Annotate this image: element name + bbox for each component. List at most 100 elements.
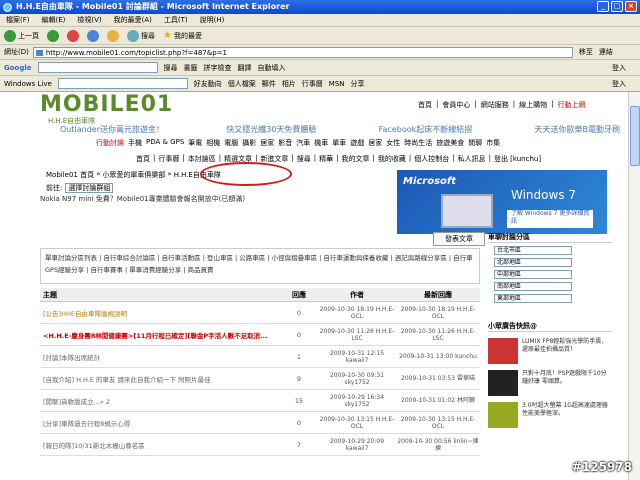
topic-link[interactable]: <H.H.E-慶身團8林閒健康團>[11月行程已確定][聯金P字活人數不足取消.… — [40, 330, 280, 340]
refresh-button[interactable] — [87, 29, 99, 42]
address-input[interactable]: http://www.mobile01.com/topiclist.php?f=… — [32, 46, 573, 58]
forum-list[interactable]: 單車討論分區列表 | 自行車綜合討論區 | 自行車活動區 | 登山車區 | 公路… — [40, 248, 480, 284]
author-cell[interactable]: 2009-10-29 16:34 sky1752 — [318, 394, 396, 408]
last-reply-cell[interactable]: 2009-10-31 13:00 kunchu — [396, 353, 480, 360]
topic-link[interactable]: [報日的隊]10/31新北木栅山尊名區 — [40, 440, 280, 450]
notice-link[interactable]: Nokia N97 mini 免費？Mobile01專業體驗會報名開放中(已額滿… — [40, 194, 245, 204]
toplink-shop[interactable]: 線上購物 — [519, 100, 547, 110]
google-spellcheck-button[interactable]: 拼字檢查 — [204, 63, 232, 73]
region-select[interactable]: 南部地區 — [494, 282, 572, 291]
forum-nav-link[interactable]: 首頁 — [136, 154, 150, 164]
product-ad[interactable]: 3.0吋超大螢幕 1G超高速處理器 性能美學極深。 — [488, 402, 612, 428]
forum-nav-link[interactable]: 個人控制台 — [414, 154, 449, 164]
region-select[interactable]: 中部地區 — [494, 270, 572, 279]
close-button[interactable]: × — [625, 1, 637, 12]
forum-nav-link[interactable]: 精華 — [319, 154, 333, 164]
author-cell[interactable]: 2009-10-30 09:31 sky1752 — [318, 372, 396, 386]
region-select[interactable]: 台北市區 — [494, 246, 572, 255]
toplink-mobile[interactable]: 行動上網 — [557, 100, 585, 110]
forum-nav-link[interactable]: 我的文章 — [342, 154, 370, 164]
menu-tools[interactable]: 工具(T) — [164, 14, 188, 26]
google-translate-button[interactable]: 翻譯 — [238, 63, 252, 73]
region-select[interactable]: 北部地區 — [494, 258, 572, 267]
category-link[interactable]: 相機 — [206, 138, 220, 148]
live-item-msn[interactable]: MSN — [329, 80, 345, 88]
live-search-input[interactable] — [57, 78, 188, 89]
back-button[interactable]: 上一頁 — [4, 29, 39, 42]
google-search-input[interactable] — [37, 62, 158, 73]
promo-link[interactable]: 快又穩光纖30天免費體驗 — [226, 124, 316, 135]
forum-nav-link[interactable]: 私人訊息 — [458, 154, 486, 164]
last-reply-cell[interactable]: 2009-10-30 11:26 H.H.E-LSC — [396, 328, 480, 342]
category-link[interactable]: 手機 — [128, 138, 142, 148]
last-reply-cell[interactable]: 2009-10-30 13:15 H.H.E-OCL — [396, 416, 480, 430]
toplink-member[interactable]: 會員中心 — [442, 100, 470, 110]
product-ad[interactable]: 只對十月底！PSP遊戲限千10分鐘好康 零頭算。 — [488, 370, 612, 396]
last-reply-cell[interactable]: 2009-10-31 01:02 林阿鞭 — [396, 397, 480, 404]
product-text[interactable]: 只對十月底！PSP遊戲限千10分鐘好康 零頭算。 — [522, 370, 612, 396]
google-bookmarks-button[interactable]: 書籤 — [184, 63, 198, 73]
menu-favorites[interactable]: 我的最愛(A) — [114, 14, 152, 26]
forum-select[interactable]: 選擇討論群組 — [65, 183, 114, 193]
links-button[interactable]: 連結 — [599, 47, 613, 57]
author-cell[interactable]: 2009-10-30 11:26 H.H.E-LSC — [318, 328, 396, 342]
last-reply-cell[interactable]: 2009-10-31 03:53 雲華喵 — [396, 375, 480, 382]
category-link[interactable]: 居家 — [368, 138, 382, 148]
home-button[interactable] — [107, 29, 119, 42]
category-link[interactable]: 市集 — [486, 138, 500, 148]
menu-view[interactable]: 檢視(V) — [77, 14, 101, 26]
google-login-button[interactable]: 登入 — [612, 63, 626, 73]
live-item-mail[interactable]: 郵件 — [262, 79, 276, 89]
category-link[interactable]: 影音 — [278, 138, 292, 148]
maximize-button[interactable]: □ — [611, 1, 623, 12]
author-cell[interactable]: 2009-10-30 13:15 H.H.E-OCL — [318, 416, 396, 430]
promo-link[interactable]: Outlander送你萬元旅遊金！ — [60, 124, 164, 135]
category-link[interactable]: 行動討論 — [96, 138, 124, 148]
menu-help[interactable]: 說明(H) — [200, 14, 225, 26]
forum-nav-link[interactable]: 行事曆 — [158, 154, 179, 164]
region-select[interactable]: 東部地區 — [494, 294, 572, 303]
category-link[interactable]: PDA & GPS — [146, 138, 184, 148]
author-cell[interactable]: 2009-10-29 20:09 kawaii7 — [318, 438, 396, 452]
category-link[interactable]: 汽車 — [296, 138, 310, 148]
live-login-button[interactable]: 登入 — [612, 79, 626, 89]
topic-link[interactable]: [閒聊]貨軟版成立...» 2 — [40, 396, 280, 406]
live-item-share[interactable]: 分享 — [351, 79, 365, 89]
promo-link[interactable]: Facebook起床不斷線結摺 — [379, 124, 473, 135]
category-link[interactable]: 攝影 — [242, 138, 256, 148]
promo-link[interactable]: 天天送你歐樂B電動牙刷 — [534, 124, 620, 135]
product-text[interactable]: 3.0吋超大螢幕 1G超高速處理器 性能美學極深。 — [522, 402, 612, 428]
category-link[interactable]: 居家 — [260, 138, 274, 148]
category-link[interactable]: 電腦 — [224, 138, 238, 148]
toplink-services[interactable]: 網站服務 — [481, 100, 509, 110]
forum-nav-link[interactable]: 搜尋 — [297, 154, 311, 164]
search-button[interactable]: 搜尋 — [127, 29, 155, 42]
scrollbar-thumb[interactable] — [630, 106, 640, 166]
last-reply-cell[interactable]: 2009-10-30 00:56 linlin~揀揀 — [396, 438, 480, 452]
google-search-button[interactable]: 搜尋 — [164, 63, 178, 73]
live-item-calendar[interactable]: 行事曆 — [302, 79, 323, 89]
ad-cta[interactable]: 了解 Windows 7 更多詳細資訊 — [507, 210, 593, 228]
category-link[interactable]: 機車 — [314, 138, 328, 148]
forward-button[interactable] — [47, 29, 59, 42]
category-link[interactable]: 時尚生活 — [404, 138, 432, 148]
favorites-button[interactable]: ★ 我的最愛 — [163, 30, 202, 41]
vertical-scrollbar[interactable] — [628, 92, 640, 480]
minimize-button[interactable]: _ — [597, 1, 609, 12]
toplink-home[interactable]: 首頁 — [418, 100, 432, 110]
category-link[interactable]: 單車 — [332, 138, 346, 148]
live-item-profile[interactable]: 個人檔案 — [228, 79, 256, 89]
post-button[interactable]: 發表文章 — [433, 232, 485, 246]
topic-link[interactable]: [公告]HHE自由車隊版規說明 — [40, 308, 280, 318]
forum-nav-link[interactable]: 登出 [kunchu] — [494, 154, 541, 164]
menu-file[interactable]: 檔案(F) — [6, 14, 30, 26]
forum-nav-link[interactable]: 我的收藏 — [378, 154, 406, 164]
breadcrumb-link[interactable]: Mobile01 首頁 — [46, 170, 94, 180]
category-link[interactable]: 旅遊美食 — [436, 138, 464, 148]
topic-link[interactable]: [分享]車隊過去行程8規示心得 — [40, 418, 280, 428]
live-item-friends[interactable]: 好友動向 — [194, 79, 222, 89]
last-reply-cell[interactable]: 2009-10-30 18:19 H.H.E-OCL — [396, 306, 480, 320]
menu-edit[interactable]: 編輯(E) — [42, 14, 66, 26]
product-text[interactable]: LUMIX FP8輕鬆強光學防手震，還原最佳拍攝品質！ — [522, 338, 612, 364]
author-cell[interactable]: 2009-10-31 12:15 kawaii7 — [318, 350, 396, 364]
